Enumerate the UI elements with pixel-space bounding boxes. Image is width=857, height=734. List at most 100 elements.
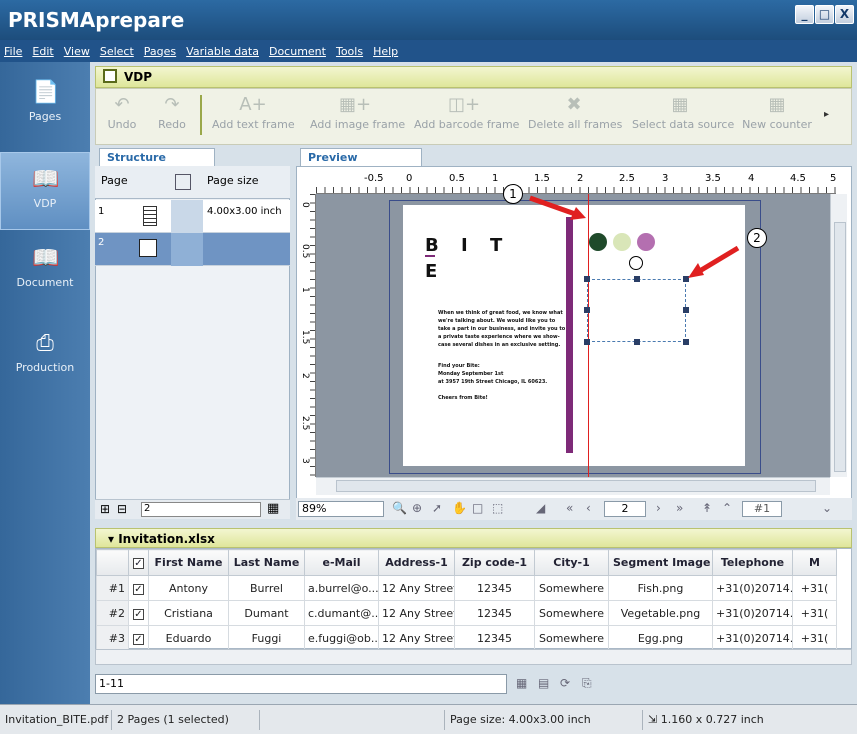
tab-structure[interactable]: Structure — [99, 148, 215, 166]
table-row[interactable]: #2 ✓ Cristiana Dumant c.dumant@... 12 An… — [96, 600, 837, 626]
minimize-button[interactable]: _ — [795, 5, 814, 24]
cell[interactable]: Somewhere — [534, 625, 609, 651]
table-horizontal-scrollbar[interactable] — [95, 649, 852, 665]
column-header[interactable]: Address-1 — [378, 549, 455, 576]
frame-handle[interactable] — [634, 339, 640, 345]
previous-page-icon[interactable]: ‹ — [586, 501, 591, 515]
menu-variable-data[interactable]: Variable data — [186, 45, 259, 58]
header-checkbox[interactable]: ✓ — [128, 549, 149, 576]
column-header[interactable]: First Name — [148, 549, 229, 576]
page-number-input[interactable]: 2 — [141, 502, 261, 517]
collapse-arrow-icon[interactable]: ▾ — [108, 532, 118, 546]
cell[interactable]: Eduardo — [148, 625, 229, 651]
cell[interactable]: Antony — [148, 575, 229, 601]
cell[interactable]: Burrel — [228, 575, 305, 601]
column-header[interactable]: e-Mail — [304, 549, 379, 576]
fill-icon[interactable]: ◢ — [536, 501, 545, 515]
cell[interactable]: e.fuggi@ob... — [304, 625, 379, 651]
page-number-field[interactable]: 2 — [604, 501, 646, 517]
next-record-icon[interactable]: ⌄ — [822, 501, 832, 515]
row-checkbox[interactable]: ✓ — [133, 633, 144, 645]
undo-button[interactable]: ↶ Undo — [102, 89, 142, 144]
tab-preview[interactable]: Preview — [300, 148, 422, 166]
column-header[interactable]: Telephone — [712, 549, 793, 576]
cell[interactable]: Somewhere — [534, 575, 609, 601]
cell[interactable]: c.dumant@... — [304, 600, 379, 626]
add-text-frame-button[interactable]: A+ Add text frame — [212, 89, 295, 144]
select-data-source-button[interactable]: ▦ Select data source — [632, 89, 734, 144]
add-image-frame-button[interactable]: ▦+ Add image frame — [310, 89, 405, 144]
collapse-icon[interactable]: ⊟ — [117, 502, 127, 516]
nav-document[interactable]: 📖 Document — [0, 232, 90, 310]
table-edit-icon[interactable]: ▤ — [538, 676, 549, 690]
cell[interactable]: +31(0)20714... — [712, 625, 793, 651]
cell[interactable]: 12 Any Street — [378, 575, 455, 601]
nav-production[interactable]: ⎙ Production — [0, 317, 90, 395]
menu-file[interactable]: File — [4, 45, 22, 58]
cell[interactable]: Dumant — [228, 600, 305, 626]
cell[interactable]: +31(0)20714... — [712, 575, 793, 601]
cell[interactable]: 12 Any Street — [378, 600, 455, 626]
zoom-out-icon[interactable]: 🔍 — [392, 501, 407, 515]
row-checkbox-cell[interactable]: ✓ — [128, 600, 149, 626]
cell[interactable]: a.burrel@o... — [304, 575, 379, 601]
menu-document[interactable]: Document — [269, 45, 326, 58]
redo-button[interactable]: ↷ Redo — [152, 89, 192, 144]
column-header[interactable]: City-1 — [534, 549, 609, 576]
table-view-icon[interactable]: ▦ — [516, 676, 527, 690]
cell[interactable]: +31( — [792, 575, 837, 601]
delete-all-frames-button[interactable]: ✖ Delete all frames — [528, 89, 622, 144]
column-header[interactable]: M — [792, 549, 837, 576]
horizontal-scrollbar[interactable] — [316, 477, 830, 495]
row-checkbox-cell[interactable]: ✓ — [128, 575, 149, 601]
add-barcode-frame-button[interactable]: ◫+ Add barcode frame — [414, 89, 519, 144]
first-page-icon[interactable]: « — [566, 501, 573, 515]
column-header[interactable]: Segment Image — [608, 549, 713, 576]
menu-tools[interactable]: Tools — [336, 45, 363, 58]
cell[interactable]: Cristiana — [148, 600, 229, 626]
refresh-icon[interactable]: ⟳ — [560, 676, 570, 690]
nav-pages[interactable]: 📄 Pages — [0, 66, 90, 144]
export-icon[interactable]: ⎘ — [582, 676, 592, 691]
cell[interactable]: Vegetable.png — [608, 600, 713, 626]
grid-view-icon[interactable]: ▦ — [267, 501, 279, 516]
row-checkbox[interactable]: ✓ — [133, 583, 144, 595]
frame-handle[interactable] — [683, 339, 689, 345]
toolbar-more-icon[interactable]: ▸ — [824, 109, 829, 120]
column-header[interactable]: Zip code-1 — [454, 549, 535, 576]
data-source-header[interactable]: ▾ Invitation.xlsx — [95, 528, 852, 548]
close-button[interactable]: X — [835, 5, 854, 24]
row-checkbox[interactable]: ✓ — [133, 608, 144, 620]
menu-select[interactable]: Select — [100, 45, 134, 58]
table-row[interactable]: #1 ✓ Antony Burrel a.burrel@o... 12 Any … — [96, 575, 837, 601]
frame-handle[interactable] — [683, 307, 689, 313]
record-filter-input[interactable]: 1-11 — [95, 674, 507, 694]
select-all-checkbox[interactable]: ✓ — [133, 558, 144, 569]
zoom-select[interactable]: 89% — [298, 501, 384, 517]
menu-edit[interactable]: Edit — [32, 45, 53, 58]
cell[interactable]: 12345 — [454, 600, 535, 626]
last-page-icon[interactable]: » — [676, 501, 683, 515]
cell[interactable]: 12 Any Street — [378, 625, 455, 651]
pointer-icon[interactable]: ➚ — [432, 501, 442, 515]
next-page-icon[interactable]: › — [656, 501, 661, 515]
cell[interactable]: +31( — [792, 600, 837, 626]
cell[interactable]: Fuggi — [228, 625, 305, 651]
previous-record-icon[interactable]: ⌃ — [722, 501, 732, 515]
cell[interactable]: 12345 — [454, 575, 535, 601]
frame-handle[interactable] — [584, 339, 590, 345]
new-counter-button[interactable]: ▦ New counter — [742, 89, 812, 144]
structure-row-selected[interactable]: 2 — [95, 233, 290, 266]
row-checkbox-cell[interactable]: ✓ — [128, 625, 149, 651]
marquee-icon[interactable]: □ — [472, 501, 483, 515]
cell[interactable]: +31( — [792, 625, 837, 651]
cell[interactable]: Fish.png — [608, 575, 713, 601]
table-row[interactable]: #3 ✓ Eduardo Fuggi e.fuggi@ob... 12 Any … — [96, 625, 837, 651]
hand-icon[interactable]: ✋ — [452, 501, 467, 515]
zoom-in-icon[interactable]: ⊕ — [412, 501, 422, 515]
scrollbar-thumb[interactable] — [336, 480, 816, 492]
menu-help[interactable]: Help — [373, 45, 398, 58]
first-record-icon[interactable]: ↟ — [702, 501, 712, 515]
menu-pages[interactable]: Pages — [144, 45, 176, 58]
column-header[interactable]: Last Name — [228, 549, 305, 576]
